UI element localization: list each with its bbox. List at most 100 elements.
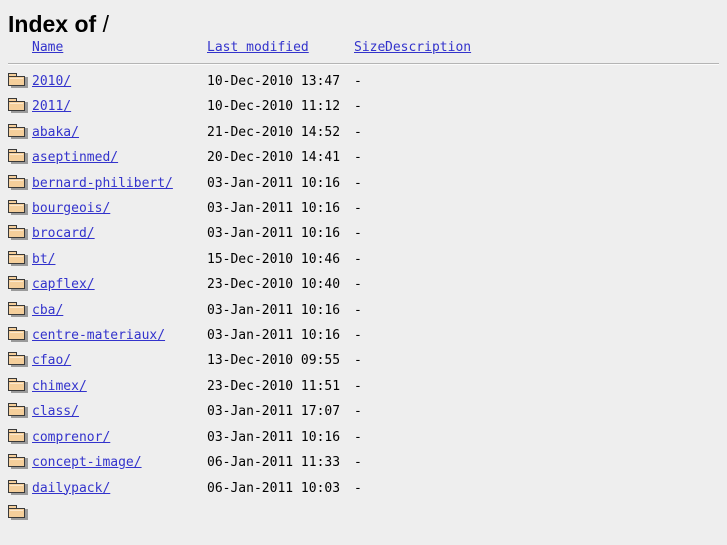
folder-icon (8, 200, 28, 216)
directory-link[interactable]: abaka/ (32, 125, 79, 140)
row-size: - (354, 328, 362, 344)
row-last-modified: 15-Dec-2010 10:46 (207, 251, 341, 267)
directory-link[interactable]: 2010/ (32, 74, 71, 89)
sort-by-name-link[interactable]: Name (32, 40, 63, 55)
directory-listing-page: Index of / Name Last modified Size Descr… (0, 0, 727, 545)
directory-link[interactable]: brocard/ (32, 226, 95, 241)
row-description (385, 374, 719, 399)
directory-link[interactable]: concept-image/ (32, 455, 142, 470)
sort-by-description-link[interactable]: Description (385, 40, 471, 55)
table-row: chimex/23-Dec-2010 11:51- (8, 374, 719, 399)
sort-by-last-modified-link[interactable]: Last modified (207, 40, 309, 55)
directory-link[interactable]: capflex/ (32, 277, 95, 292)
row-icon-cell (8, 171, 32, 196)
folder-icon (8, 377, 28, 393)
row-size: - (354, 251, 362, 267)
folder-icon (8, 225, 28, 241)
table-row: aseptinmed/20-Dec-2010 14:41- (8, 145, 719, 170)
row-last-modified: 06-Jan-2011 11:33 (207, 455, 341, 471)
folder-icon (8, 454, 28, 470)
row-icon-cell (8, 247, 32, 272)
row-name-cell: dailypack/ (32, 476, 207, 501)
sort-by-size-link[interactable]: Size (354, 40, 385, 55)
row-size: - (354, 353, 362, 369)
row-last-modified: 03-Jan-2011 10:16 (207, 302, 341, 318)
row-last-modified: 06-Jan-2011 10:03 (207, 480, 341, 496)
table-row: 2010/10-Dec-2010 13:47- (8, 69, 719, 94)
row-size: - (354, 480, 362, 496)
table-row (8, 501, 719, 526)
row-description (385, 425, 719, 450)
row-description (385, 399, 719, 424)
row-last-modified: 03-Jan-2011 10:16 (207, 328, 341, 344)
row-description (385, 348, 719, 373)
directory-link[interactable]: class/ (32, 404, 79, 419)
table-row: abaka/21-Dec-2010 14:52- (8, 120, 719, 145)
row-description (385, 196, 719, 221)
folder-icon (8, 403, 28, 419)
folder-icon (8, 301, 28, 317)
row-icon-cell (8, 425, 32, 450)
row-description (385, 476, 719, 501)
directory-index-table: Name Last modified Size Description 2010… (8, 37, 719, 526)
directory-link[interactable]: bernard-philibert/ (32, 176, 173, 191)
row-name-cell (32, 501, 207, 526)
directory-link[interactable]: bt/ (32, 252, 55, 267)
row-name-cell: chimex/ (32, 374, 207, 399)
directory-link[interactable]: centre-materiaux/ (32, 328, 165, 343)
table-row: centre-materiaux/03-Jan-2011 10:16- (8, 323, 719, 348)
column-header-description: Description (385, 37, 719, 58)
row-last-modified: 10-Dec-2010 13:47 (207, 74, 341, 89)
row-name-cell: bourgeois/ (32, 196, 207, 221)
row-last-modified: 23-Dec-2010 10:40 (207, 277, 341, 293)
row-last-modified: 03-Jan-2011 10:16 (207, 175, 341, 191)
table-row: capflex/23-Dec-2010 10:40- (8, 272, 719, 297)
directory-link[interactable]: 2011/ (32, 99, 71, 114)
row-description (385, 171, 719, 196)
row-name-cell: class/ (32, 399, 207, 424)
row-last-modified: 10-Dec-2010 11:12 (207, 99, 341, 115)
directory-link[interactable]: cba/ (32, 303, 63, 318)
directory-link[interactable]: aseptinmed/ (32, 150, 118, 165)
row-last-modified: 23-Dec-2010 11:51 (207, 378, 341, 394)
row-name-cell: comprenor/ (32, 425, 207, 450)
page-title-directory: / (102, 11, 109, 37)
table-row: 2011/10-Dec-2010 11:12- (8, 94, 719, 119)
row-description (385, 272, 719, 297)
page-title-prefix: Index of (8, 11, 97, 37)
row-description (385, 298, 719, 323)
directory-link[interactable]: dailypack/ (32, 481, 110, 496)
folder-icon (8, 276, 28, 292)
row-icon-cell (8, 120, 32, 145)
row-description (385, 450, 719, 475)
row-icon-cell (8, 69, 32, 94)
folder-icon (8, 327, 28, 343)
row-icon-cell (8, 348, 32, 373)
header-separator (8, 63, 719, 65)
row-last-modified: 03-Jan-2011 10:16 (207, 429, 341, 445)
listing-container: Name Last modified Size Description 2010… (0, 37, 727, 526)
folder-icon (8, 149, 28, 165)
row-size: - (354, 99, 362, 115)
table-header-row: Name Last modified Size Description (8, 37, 719, 58)
folder-icon (8, 352, 28, 368)
table-row: brocard/03-Jan-2011 10:16- (8, 221, 719, 246)
column-header-last-modified: Last modified (207, 37, 354, 58)
row-size: - (354, 378, 362, 394)
folder-icon (8, 123, 28, 139)
row-name-cell: cfao/ (32, 348, 207, 373)
row-icon-cell (8, 221, 32, 246)
row-size: - (354, 226, 362, 242)
column-header-size: Size (354, 37, 385, 58)
row-name-cell: brocard/ (32, 221, 207, 246)
directory-link[interactable]: cfao/ (32, 353, 71, 368)
directory-link[interactable]: chimex/ (32, 379, 87, 394)
row-name-cell: bt/ (32, 247, 207, 272)
table-row: dailypack/06-Jan-2011 10:03- (8, 476, 719, 501)
directory-link[interactable]: bourgeois/ (32, 201, 110, 216)
column-header-name: Name (32, 37, 207, 58)
row-description (385, 69, 719, 94)
row-last-modified: 03-Jan-2011 10:16 (207, 201, 341, 217)
directory-link[interactable]: comprenor/ (32, 430, 110, 445)
row-icon-cell (8, 476, 32, 501)
